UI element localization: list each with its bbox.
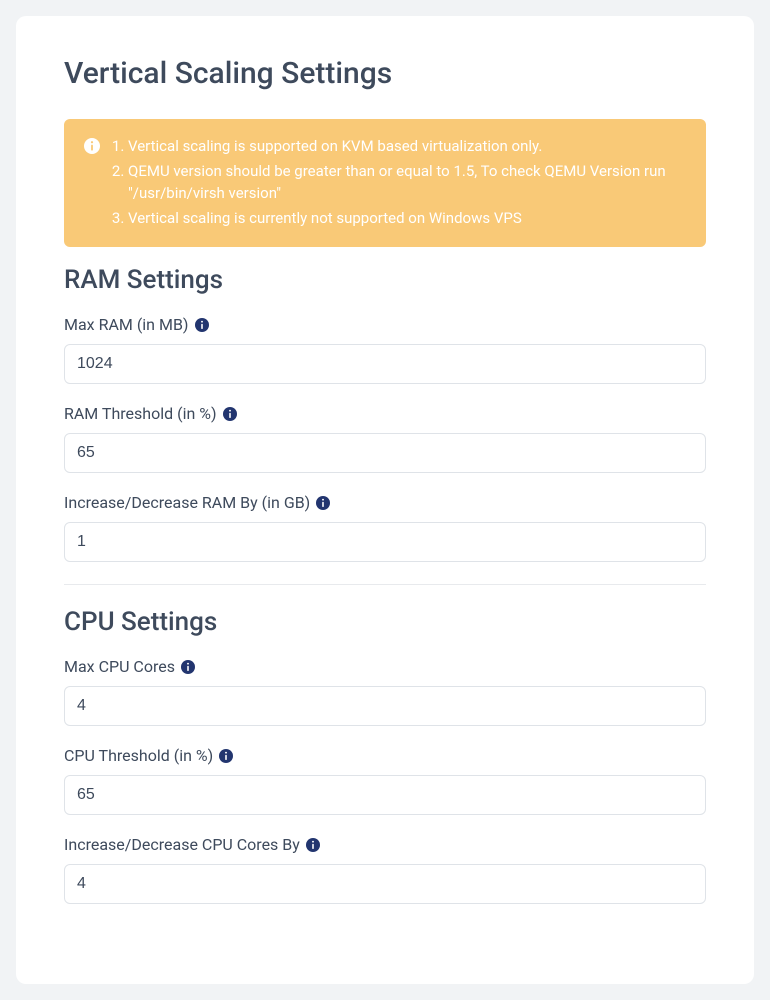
cpu-heading: CPU Settings xyxy=(64,607,706,637)
ram-step-label: Increase/Decrease RAM By (in GB) xyxy=(64,493,706,512)
label-text: Max RAM (in MB) xyxy=(64,315,189,334)
label-text: Max CPU Cores xyxy=(64,657,175,676)
max-cpu-group: Max CPU Cores xyxy=(64,657,706,726)
page-title: Vertical Scaling Settings xyxy=(64,56,706,91)
ram-threshold-input[interactable] xyxy=(64,433,706,473)
max-ram-input[interactable] xyxy=(64,344,706,384)
label-text: RAM Threshold (in %) xyxy=(64,404,217,423)
cpu-step-label: Increase/Decrease CPU Cores By xyxy=(64,835,706,854)
cpu-threshold-input[interactable] xyxy=(64,775,706,815)
info-icon[interactable] xyxy=(219,749,233,763)
ram-heading: RAM Settings xyxy=(64,265,706,295)
cpu-step-group: Increase/Decrease CPU Cores By xyxy=(64,835,706,904)
info-icon[interactable] xyxy=(195,318,209,332)
alert-list: Vertical scaling is supported on KVM bas… xyxy=(110,135,686,231)
max-cpu-label: Max CPU Cores xyxy=(64,657,706,676)
cpu-threshold-label: CPU Threshold (in %) xyxy=(64,746,706,765)
info-icon xyxy=(84,138,100,154)
info-icon[interactable] xyxy=(181,660,195,674)
alert-item: Vertical scaling is supported on KVM bas… xyxy=(128,135,686,158)
section-divider xyxy=(64,584,706,585)
max-ram-group: Max RAM (in MB) xyxy=(64,315,706,384)
ram-step-group: Increase/Decrease RAM By (in GB) xyxy=(64,493,706,562)
max-ram-label: Max RAM (in MB) xyxy=(64,315,706,334)
info-icon[interactable] xyxy=(223,407,237,421)
info-icon[interactable] xyxy=(306,838,320,852)
ram-threshold-label: RAM Threshold (in %) xyxy=(64,404,706,423)
settings-card: Vertical Scaling Settings Vertical scali… xyxy=(16,16,754,984)
warning-alert: Vertical scaling is supported on KVM bas… xyxy=(64,119,706,247)
alert-item: Vertical scaling is currently not suppor… xyxy=(128,207,686,230)
alert-item: QEMU version should be greater than or e… xyxy=(128,160,686,205)
label-text: CPU Threshold (in %) xyxy=(64,746,213,765)
label-text: Increase/Decrease RAM By (in GB) xyxy=(64,493,310,512)
info-icon[interactable] xyxy=(316,496,330,510)
ram-threshold-group: RAM Threshold (in %) xyxy=(64,404,706,473)
cpu-threshold-group: CPU Threshold (in %) xyxy=(64,746,706,815)
cpu-step-input[interactable] xyxy=(64,864,706,904)
max-cpu-input[interactable] xyxy=(64,686,706,726)
ram-step-input[interactable] xyxy=(64,522,706,562)
label-text: Increase/Decrease CPU Cores By xyxy=(64,835,300,854)
